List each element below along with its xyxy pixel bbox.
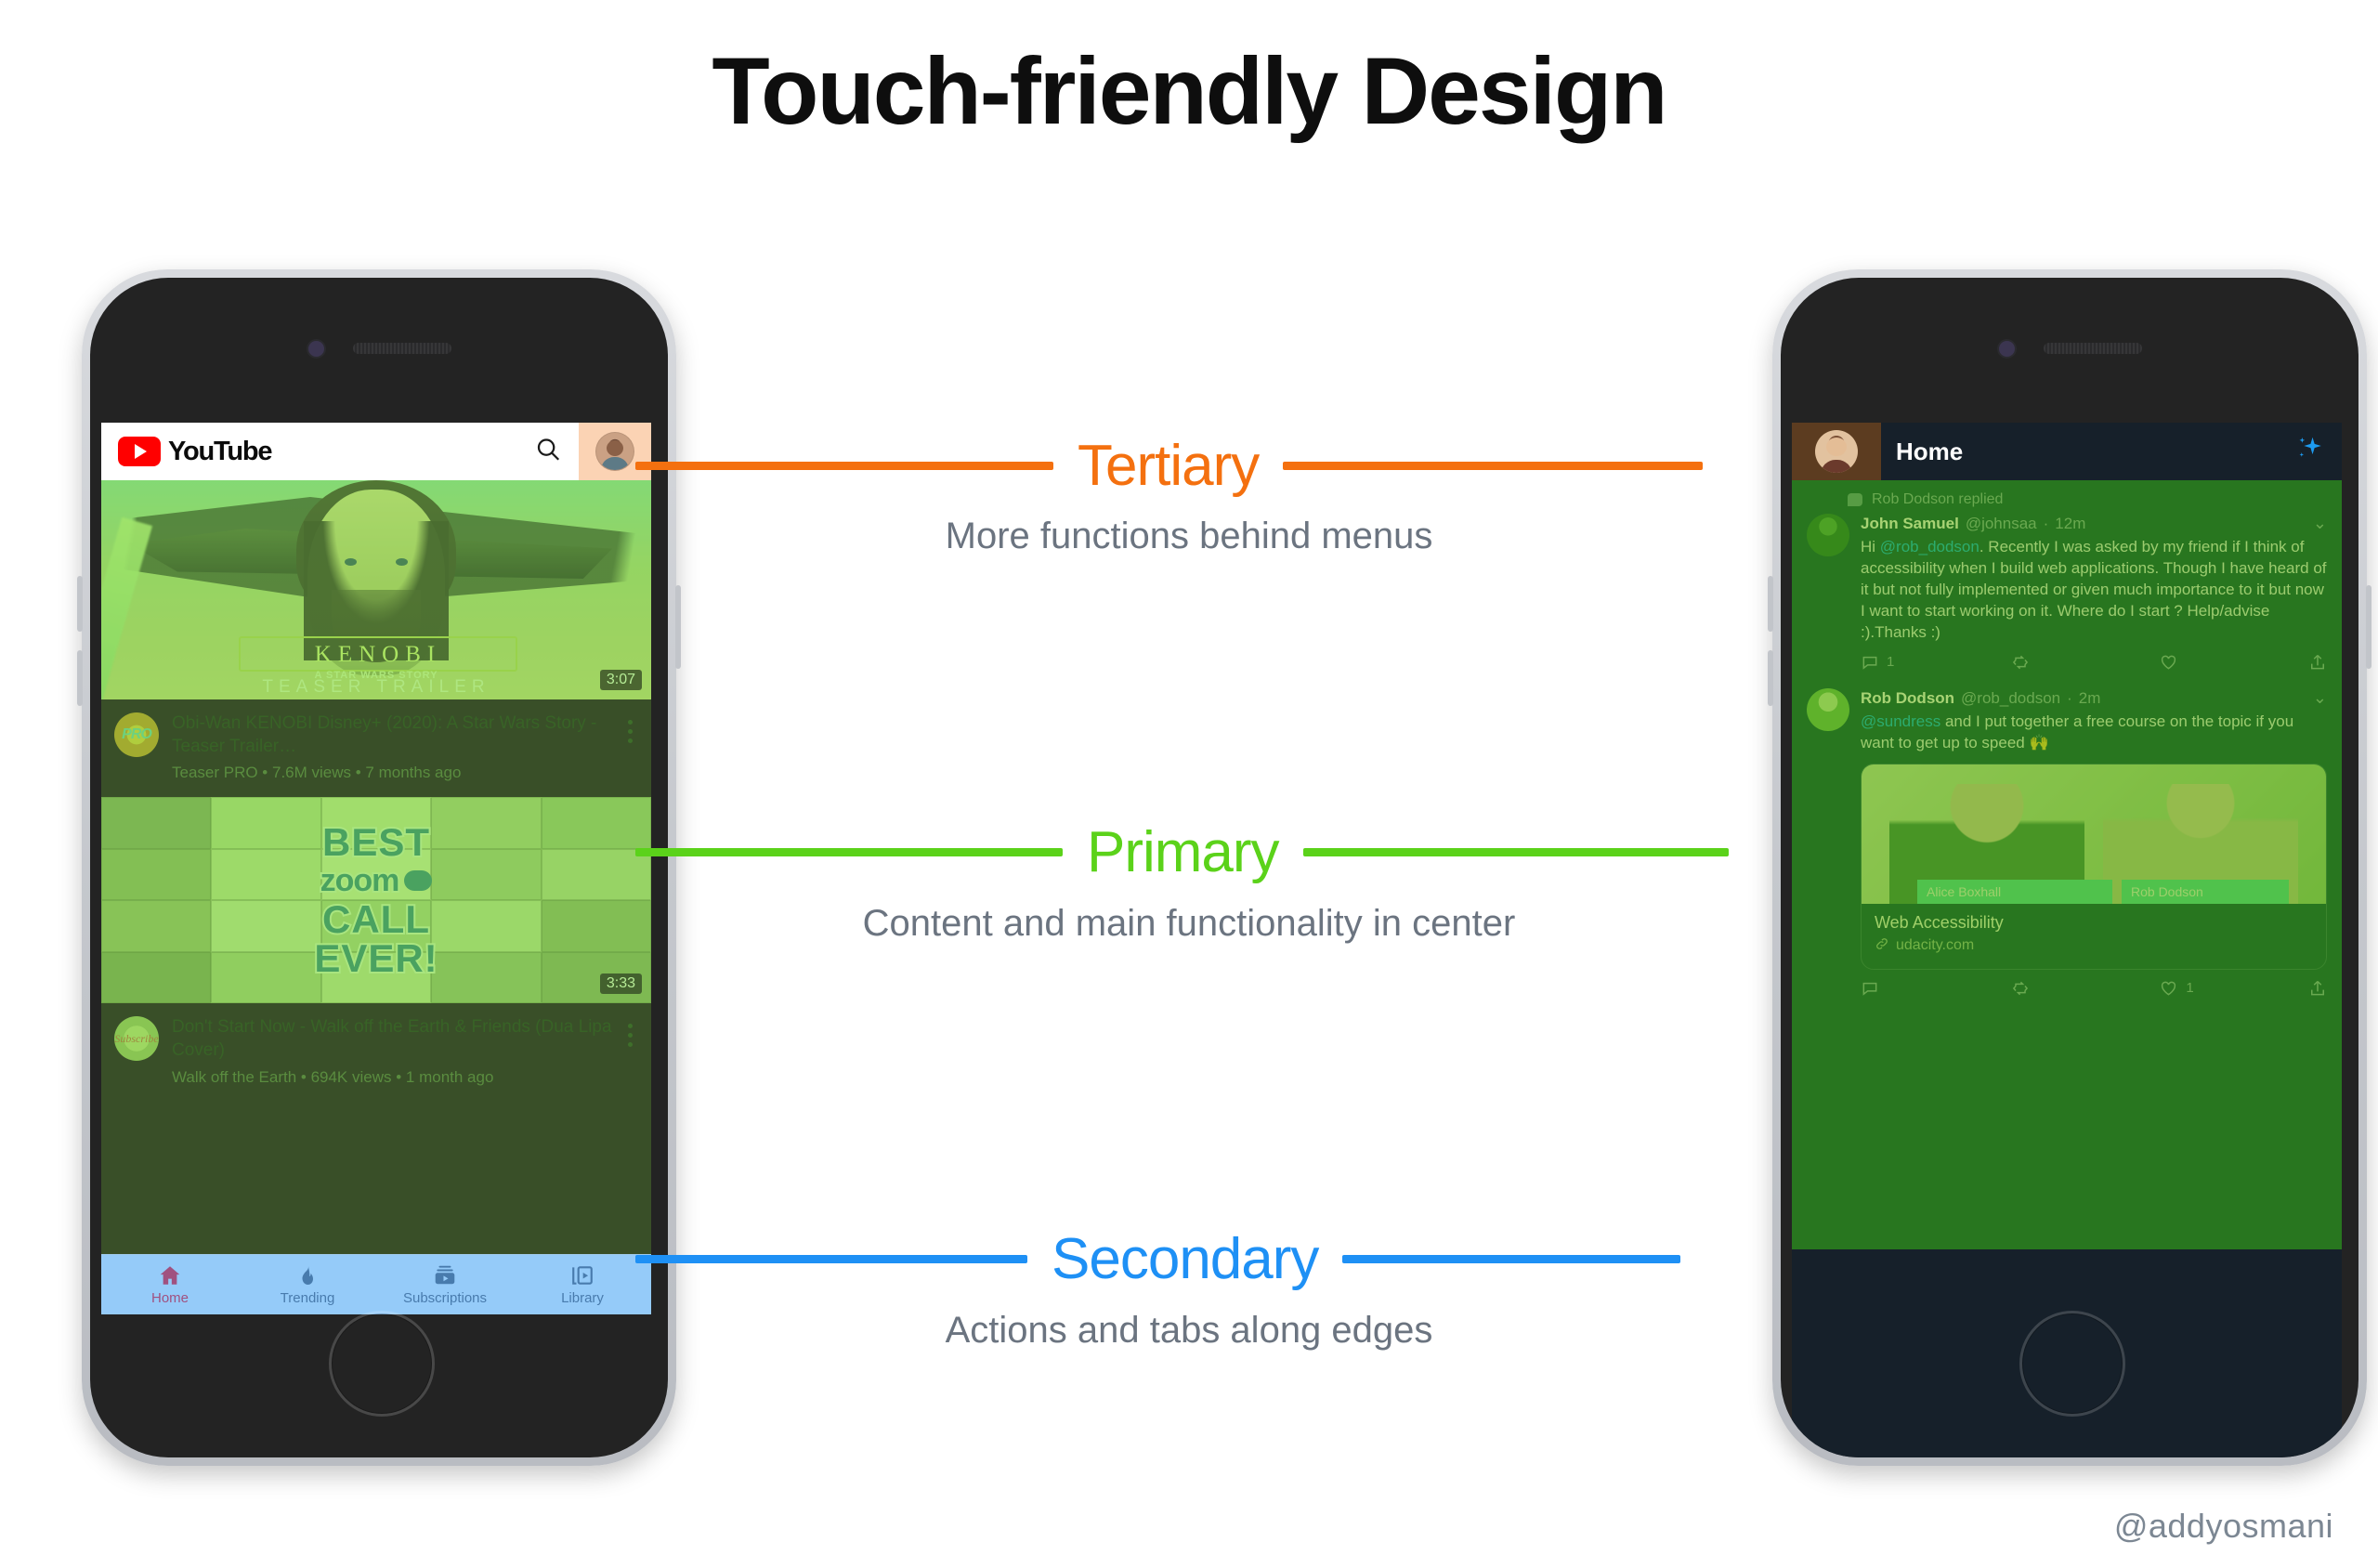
zoom-word-ever: EVER! <box>312 935 438 980</box>
annotation-label: Primary <box>1087 820 1280 884</box>
annotation-primary: Primary <box>0 819 2378 885</box>
video-row[interactable]: PRO Obi-Wan KENOBI Disney+ (2020): A Sta… <box>101 699 651 797</box>
tweet-mention[interactable]: @sundress <box>1861 712 1940 730</box>
earpiece-speaker <box>353 343 451 354</box>
like-count: 1 <box>2186 980 2194 997</box>
annotation-description: Actions and tabs along edges <box>945 1310 1433 1351</box>
front-camera-icon <box>307 339 326 359</box>
avatar[interactable] <box>1807 687 1849 731</box>
leader-line-left <box>635 462 1053 470</box>
kenobi-title-text: KENOBI <box>314 642 442 667</box>
leader-line-right <box>1342 1255 1681 1263</box>
tweet-author-name: Rob Dodson <box>1861 688 1955 707</box>
retweet-button[interactable] <box>2010 979 2160 998</box>
video-row[interactable]: Subscribe Don't Start Now - Walk off the… <box>101 1003 651 1101</box>
video-title: Obi-Wan KENOBI Disney+ (2020): A Star Wa… <box>172 713 597 756</box>
annotation-label: Secondary <box>1052 1227 1319 1291</box>
youtube-feed: KENOBI A STAR WARS STORY TEASER TRAILER … <box>101 480 651 1102</box>
tweet-actions: 1 <box>1861 979 2327 998</box>
annotation-label: Tertiary <box>1078 434 1260 498</box>
video-thumbnail-kenobi[interactable]: KENOBI A STAR WARS STORY TEASER TRAILER … <box>101 480 651 699</box>
phone-volume-button <box>77 576 83 632</box>
chevron-down-icon[interactable]: ⌄ <box>2313 688 2327 708</box>
front-camera-icon <box>1997 339 2017 359</box>
video-duration-badge: 3:33 <box>599 973 642 995</box>
video-title: Don't Start Now - Walk off the Earth & F… <box>172 1017 612 1061</box>
retweet-button[interactable] <box>2010 653 2160 672</box>
reply-count: 1 <box>1887 654 1895 671</box>
kebab-menu-icon[interactable] <box>618 712 642 743</box>
like-button[interactable] <box>2159 653 2308 672</box>
channel-avatar-label: PRO <box>122 726 152 742</box>
tweet-separator: · <box>2067 688 2072 707</box>
tweet-header: Rob Dodson @rob_dodson · 2m ⌄ <box>1861 688 2327 708</box>
reply-button[interactable] <box>1861 979 2010 998</box>
leader-line-left <box>635 848 1063 856</box>
video-text: Don't Start Now - Walk off the Earth & F… <box>172 1016 618 1086</box>
character-eyes <box>345 558 408 568</box>
tweet-timestamp: 2m <box>2078 688 2101 707</box>
like-button[interactable]: 1 <box>2159 979 2308 998</box>
channel-avatar-label: Subscribe <box>114 1031 159 1045</box>
leader-line-left <box>635 1255 1027 1263</box>
tab-home-label: Home <box>150 1290 189 1306</box>
video-meta: Walk off the Earth • 694K views • 1 mont… <box>172 1067 494 1086</box>
page-title: Touch-friendly Design <box>712 38 1667 144</box>
video-text: Obi-Wan KENOBI Disney+ (2020): A Star Wa… <box>172 712 618 782</box>
phone-volume-button <box>77 650 83 706</box>
share-icon[interactable] <box>2308 979 2327 998</box>
share-icon[interactable] <box>2308 653 2327 672</box>
annotation-description: More functions behind menus <box>945 516 1433 556</box>
video-meta: Teaser PRO • 7.6M views • 7 months ago <box>172 764 462 782</box>
tweet-actions: 1 <box>1861 653 2327 672</box>
teaser-trailer-text: TEASER TRAILER <box>262 677 490 697</box>
annotation-tertiary: Tertiary <box>0 433 2378 499</box>
tab-trending-label: Trending <box>280 1290 335 1306</box>
tab-subscriptions-label: Subscriptions <box>402 1290 488 1306</box>
leader-line-right <box>1302 848 1729 856</box>
phone-power-button <box>2366 585 2371 669</box>
channel-avatar[interactable]: Subscribe <box>114 1016 159 1062</box>
kenobi-title-plate: KENOBI <box>239 636 517 672</box>
reply-button[interactable]: 1 <box>1861 653 2010 672</box>
annotation-secondary: Secondary <box>0 1226 2378 1292</box>
channel-avatar[interactable]: PRO <box>114 712 159 757</box>
tweet-author-handle: @rob_dodson <box>1961 688 2061 707</box>
earpiece-speaker <box>2044 343 2142 354</box>
tab-library-label: Library <box>561 1290 604 1306</box>
slide-canvas: Touch-friendly Design YouTube KENOBI A S… <box>0 0 2378 1568</box>
leader-line-right <box>1283 462 1704 470</box>
tweet-body: @sundress and I put together a free cour… <box>1861 712 2327 754</box>
phone-power-button <box>675 585 681 669</box>
annotation-description: Content and main functionality in center <box>862 903 1516 944</box>
phone-volume-button <box>1768 576 1773 632</box>
author-handle: @addyosmani <box>2113 1507 2333 1545</box>
tweet-item[interactable]: Rob Dodson replied John Samuel @johnsaa … <box>1792 480 2342 677</box>
kebab-menu-icon[interactable] <box>618 1016 642 1048</box>
phone-volume-button <box>1768 650 1773 706</box>
video-duration-badge: 3:07 <box>599 670 642 690</box>
